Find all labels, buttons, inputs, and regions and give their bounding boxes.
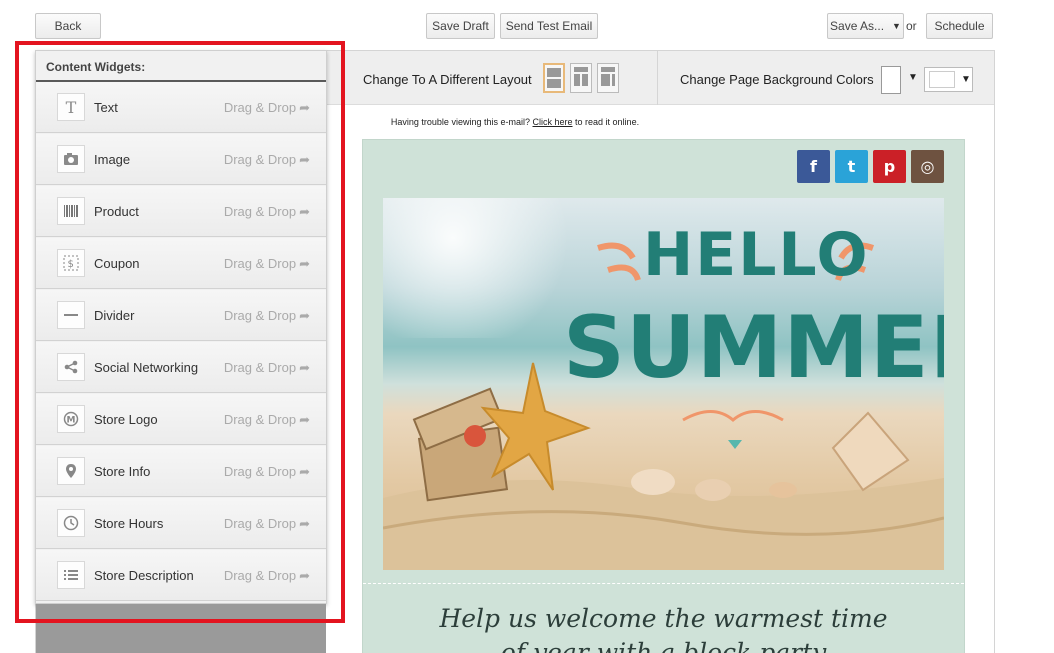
email-preview: f t p ◎ HELLO SUMME Help us welcome the … [362, 139, 965, 653]
click-here-link[interactable]: Click here [533, 117, 573, 127]
save-draft-button[interactable]: Save Draft [426, 13, 495, 39]
layout-option-sidebar[interactable] [597, 63, 619, 93]
caret-down-icon: ▼ [892, 21, 901, 31]
hero-hello-text: HELLO [643, 220, 870, 290]
pinterest-icon[interactable]: p [873, 150, 906, 183]
hero-summer-text: SUMMER [563, 298, 944, 398]
annotation-highlight-box [15, 41, 345, 623]
email-editor-page: Back Save Draft Send Test Email Save As.… [0, 0, 1054, 653]
treasure-chest-icon [412, 387, 509, 502]
page-color-swatch[interactable] [881, 66, 901, 94]
schedule-button[interactable]: Schedule [926, 13, 993, 39]
background-color-picker[interactable]: ▼ [924, 67, 973, 92]
background-colors-label: Change Page Background Colors [680, 72, 874, 87]
twitter-icon[interactable]: t [835, 150, 868, 183]
caret-down-icon: ▼ [961, 74, 971, 85]
layout-option-single[interactable] [543, 63, 565, 93]
toolbar-separator [657, 51, 658, 105]
save-as-label: Save As... [830, 19, 885, 33]
email-divider [363, 583, 964, 584]
caret-down-icon[interactable]: ▼ [908, 72, 918, 83]
instagram-icon[interactable]: ◎ [911, 150, 944, 183]
save-as-dropdown[interactable]: Save As... ▼ [827, 13, 904, 39]
hero-image[interactable]: HELLO SUMMER [383, 198, 944, 570]
back-button[interactable]: Back [35, 13, 101, 39]
facebook-icon[interactable]: f [797, 150, 830, 183]
or-text: or [906, 19, 917, 33]
email-headline[interactable]: Help us welcome the warmest time of year… [363, 602, 964, 653]
send-test-email-button[interactable]: Send Test Email [500, 13, 598, 39]
layout-option-split[interactable] [570, 63, 592, 93]
layout-label: Change To A Different Layout [363, 72, 532, 87]
